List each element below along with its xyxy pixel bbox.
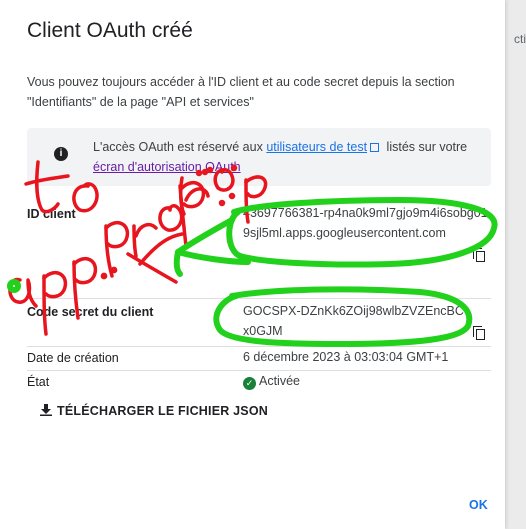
handwritten-annotation — [7, 160, 498, 347]
annotation-red-to — [24, 160, 268, 224]
annotation-green-marks — [7, 197, 498, 347]
